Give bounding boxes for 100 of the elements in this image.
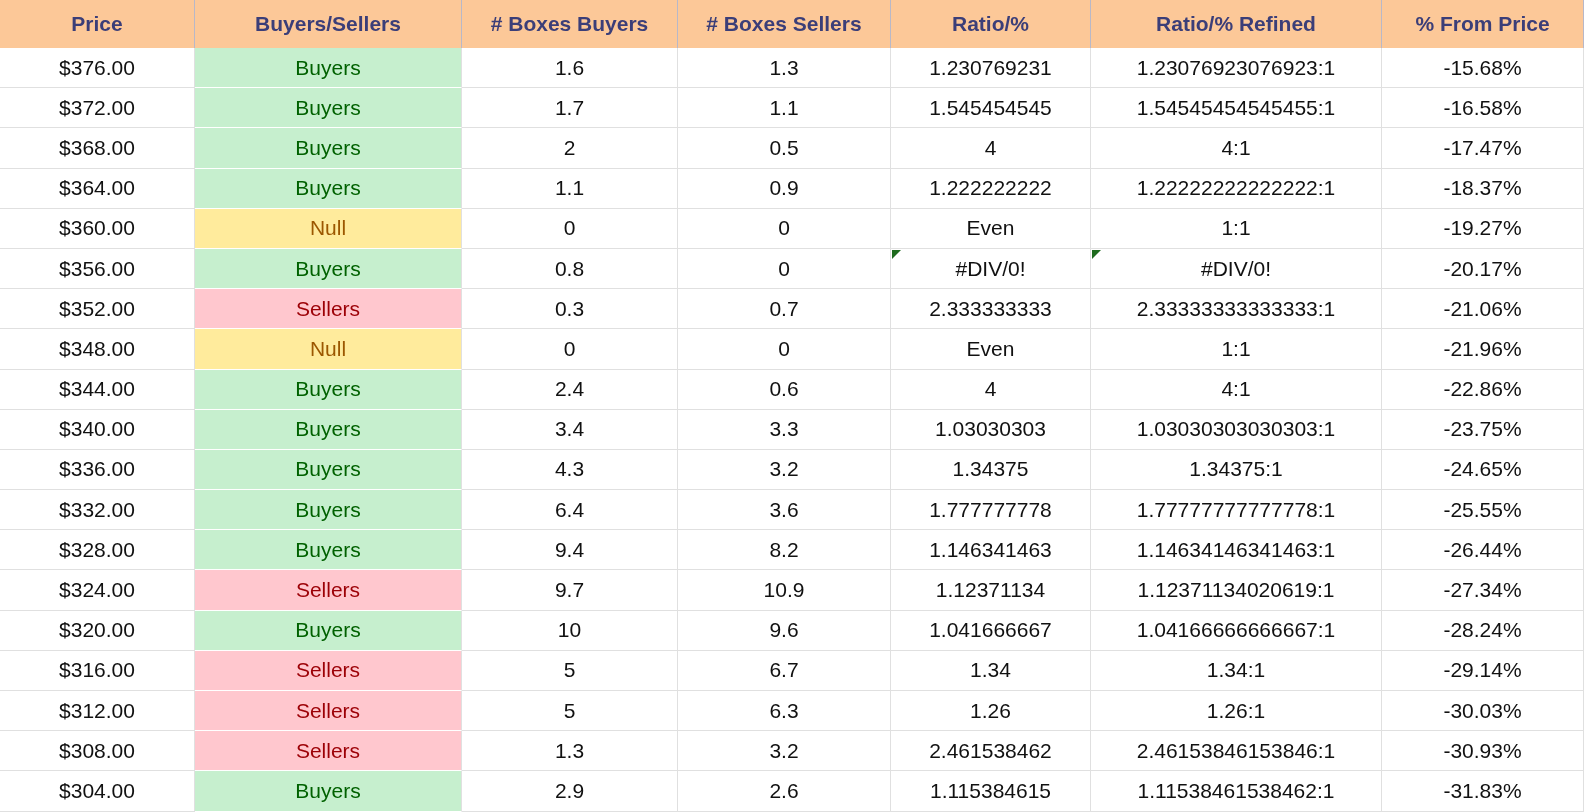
column-header[interactable]: # Boxes Sellers — [678, 0, 891, 48]
table-cell-text: 1.23076923076923:1 — [1136, 55, 1336, 80]
table-cell-text: Even — [966, 216, 1015, 241]
table-cell: Sellers — [195, 731, 462, 772]
table-cell: 1.6 — [462, 48, 678, 89]
table-cell: 3.4 — [462, 409, 678, 450]
table-cell: Buyers — [195, 409, 462, 450]
table-cell: 3.3 — [678, 409, 891, 450]
table-cell-text: 1.54545454545455:1 — [1136, 95, 1336, 120]
table-cell: -17.47% — [1382, 128, 1584, 169]
table-cell-text: 1.34:1 — [1206, 658, 1266, 683]
table-cell: 9.6 — [678, 610, 891, 651]
column-header[interactable]: Price — [0, 0, 195, 48]
table-cell: 3.2 — [678, 731, 891, 772]
table-cell: -28.24% — [1382, 610, 1584, 651]
table-cell: 0.7 — [678, 289, 891, 330]
table-cell-text: 1.26:1 — [1206, 698, 1266, 723]
table-cell-text: 1.34 — [970, 658, 1011, 683]
table-cell: Buyers — [195, 490, 462, 531]
table-cell: 0.6 — [678, 369, 891, 410]
table-cell-text: 1.03030303030303:1 — [1136, 417, 1336, 442]
table-cell: Buyers — [195, 48, 462, 89]
table-cell: Null — [195, 329, 462, 370]
table-cell-text: 1.14634146341463:1 — [1136, 537, 1336, 562]
table-cell: 6.4 — [462, 490, 678, 531]
table-cell: 2.6 — [678, 771, 891, 812]
table-cell-text: 1:1 — [1221, 216, 1251, 241]
table-cell: Buyers — [195, 248, 462, 290]
table-cell-text: 1.34375:1 — [1189, 457, 1283, 482]
table-cell-text: 1.12371134020619:1 — [1137, 578, 1335, 603]
table-cell-text: #DIV/0! — [955, 256, 1026, 281]
table-cell: -21.06% — [1382, 289, 1584, 330]
column-header[interactable]: Buyers/Sellers — [195, 0, 462, 48]
table-cell-text: Even — [966, 336, 1015, 361]
table-cell: 0.8 — [462, 248, 678, 290]
table-cell: Sellers — [195, 650, 462, 691]
table-cell: 10.9 — [678, 570, 891, 611]
table-cell: Buyers — [195, 168, 462, 209]
table-cell: 4.3 — [462, 449, 678, 491]
column-header[interactable]: Ratio/% Refined — [1091, 0, 1382, 48]
table-cell: 1.7 — [462, 88, 678, 129]
table-cell-text: 1:1 — [1221, 336, 1251, 361]
table-cell-text: 2.461538462 — [929, 738, 1052, 763]
table-cell-text: #DIV/0! — [1200, 256, 1271, 281]
table-cell: 0 — [462, 329, 678, 370]
table-cell-text: 1.34375 — [952, 457, 1029, 482]
table-cell-text: 4 — [984, 377, 997, 402]
table-cell-text: 1.146341463 — [929, 537, 1052, 562]
table-cell: 3.2 — [678, 449, 891, 491]
table-cell: Sellers — [195, 691, 462, 732]
column-header[interactable]: Ratio/% — [891, 0, 1091, 48]
table-cell-text: 1.22222222222222:1 — [1136, 176, 1336, 201]
table-cell: -19.27% — [1382, 208, 1584, 249]
table-cell-text: 4:1 — [1221, 135, 1251, 160]
table-cell: 8.2 — [678, 530, 891, 571]
table-cell: 5 — [462, 650, 678, 691]
column-header[interactable]: % From Price — [1382, 0, 1584, 48]
table-cell: -30.93% — [1382, 731, 1584, 772]
column-header[interactable]: # Boxes Buyers — [462, 0, 678, 48]
table-cell: 0 — [462, 208, 678, 249]
table-cell-text: 1.230769231 — [929, 55, 1052, 80]
table-cell-text: 2.333333333 — [929, 296, 1052, 321]
table-cell: 0.3 — [462, 289, 678, 330]
table-cell: 2.9 — [462, 771, 678, 812]
table-cell: -20.17% — [1382, 248, 1584, 290]
table-cell: Buyers — [195, 610, 462, 651]
table-cell-text: 1.041666667 — [929, 618, 1052, 643]
table-cell: -25.55% — [1382, 490, 1584, 531]
table-cell: -30.03% — [1382, 691, 1584, 732]
table-cell: 0 — [678, 208, 891, 249]
table-cell: 6.3 — [678, 691, 891, 732]
table-cell: Buyers — [195, 530, 462, 571]
table-cell-text: 4:1 — [1221, 377, 1251, 402]
table-cell: 5 — [462, 691, 678, 732]
table-cell-text: 1.03030303 — [935, 417, 1046, 442]
table-cell: 3.6 — [678, 490, 891, 531]
table-cell: 1.3 — [462, 731, 678, 772]
table-cell-text: 2.33333333333333:1 — [1136, 296, 1336, 321]
table-cell: 2 — [462, 128, 678, 169]
table-cell: 0 — [678, 248, 891, 290]
table-cell-text: 1.545454545 — [929, 95, 1052, 120]
table-cell-text: 1.12371134 — [935, 578, 1046, 603]
table-cell-text: 1.26 — [970, 698, 1011, 723]
table-cell: 1.3 — [678, 48, 891, 89]
table-cell-text: 4 — [984, 135, 997, 160]
table-cell: -29.14% — [1382, 650, 1584, 691]
table-cell: -31.83% — [1382, 771, 1584, 812]
table-cell: -23.75% — [1382, 409, 1584, 450]
table-cell: Buyers — [195, 771, 462, 812]
table-cell: Buyers — [195, 449, 462, 491]
table-cell: -26.44% — [1382, 530, 1584, 571]
table-cell: Buyers — [195, 128, 462, 169]
table-cell: Sellers — [195, 289, 462, 330]
table-cell: 2.4 — [462, 369, 678, 410]
table-cell-text: 1.115384615 — [929, 778, 1052, 803]
table-cell: 1.1 — [678, 88, 891, 129]
table-cell-text: 1.11538461538462:1 — [1137, 778, 1335, 803]
table-cell: 1.1 — [462, 168, 678, 209]
table-cell-text: 2.46153846153846:1 — [1136, 738, 1336, 763]
table-cell: -21.96% — [1382, 329, 1584, 370]
